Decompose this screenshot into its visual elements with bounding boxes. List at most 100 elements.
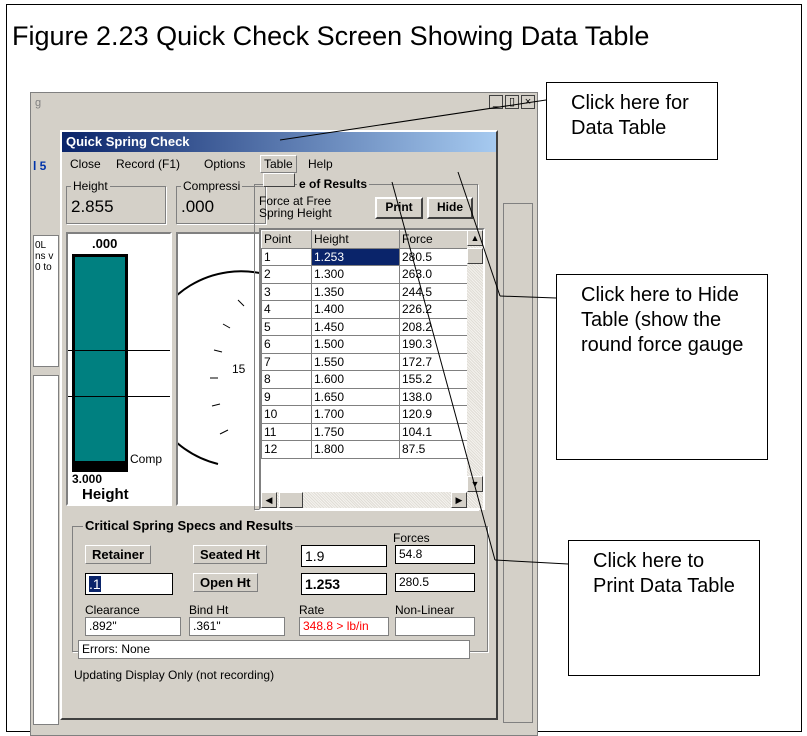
clearance-label: Clearance — [85, 603, 140, 617]
table-row[interactable]: 10 1.700 120.9 — [261, 405, 470, 424]
seated-ht-field[interactable]: 1.9 — [301, 545, 387, 567]
cell-point[interactable]: 12 — [261, 440, 312, 459]
table-row[interactable]: 8 1.600 155.2 — [261, 370, 470, 389]
cell-height[interactable]: 1.450 — [311, 317, 400, 336]
menu-table[interactable]: Table — [260, 155, 297, 173]
errors-field: Errors: None — [78, 640, 470, 659]
bind-ht-field[interactable]: .361" — [189, 617, 285, 636]
rate-field[interactable]: 348.8 > lb/in — [299, 617, 389, 636]
table-row[interactable]: 1 1.253 280.5 — [261, 247, 470, 266]
cell-force[interactable]: 155.2 — [399, 370, 470, 389]
cell-height[interactable]: 1.350 — [311, 282, 400, 301]
bar-bottom-value: 3.000 — [72, 472, 103, 486]
cell-height[interactable]: 1.750 — [311, 422, 400, 441]
cell-height[interactable]: 1.400 — [311, 300, 400, 319]
cell-point[interactable]: 7 — [261, 352, 312, 371]
table-row[interactable]: 2 1.300 263.0 — [261, 265, 470, 284]
comp-label: Comp — [130, 452, 163, 466]
table-row[interactable]: 6 1.500 190.3 — [261, 335, 470, 354]
menu-options[interactable]: Options — [204, 157, 245, 171]
menu-record[interactable]: Record (F1) — [116, 157, 180, 171]
cell-height[interactable]: 1.500 — [311, 335, 400, 354]
cell-height[interactable]: 1.253 — [311, 247, 400, 266]
cell-point[interactable]: 4 — [261, 300, 312, 319]
cell-point[interactable]: 8 — [261, 370, 312, 389]
table-row[interactable]: 11 1.750 104.1 — [261, 422, 470, 441]
cell-point[interactable]: 9 — [261, 387, 312, 406]
scroll-thumb[interactable] — [467, 248, 483, 264]
cell-force[interactable]: 244.5 — [399, 282, 470, 301]
horizontal-scrollbar[interactable]: ◀ ▶ — [261, 492, 483, 508]
cell-height[interactable]: 1.600 — [311, 370, 400, 389]
menu-close[interactable]: Close — [70, 157, 101, 171]
hscroll-thumb[interactable] — [279, 492, 303, 508]
rate-label: Rate — [299, 603, 325, 617]
cell-height[interactable]: 1.550 — [311, 352, 400, 371]
cell-point[interactable]: 2 — [261, 265, 312, 284]
cell-force[interactable]: 263.0 — [399, 265, 470, 284]
dialog-title: Quick Spring Check — [62, 132, 496, 152]
vertical-scrollbar[interactable]: ▲ ▼ — [467, 230, 483, 492]
bar-marker-line — [68, 396, 170, 397]
callout-hide-table: Click here to Hide Table (show the round… — [556, 274, 768, 460]
cell-height[interactable]: 1.650 — [311, 387, 400, 406]
cell-force[interactable]: 87.5 — [399, 440, 470, 459]
non-linear-label: Non-Linear — [395, 603, 455, 617]
column-header-point[interactable]: Point — [261, 230, 312, 249]
menu-help[interactable]: Help — [308, 157, 333, 171]
cell-force[interactable]: 120.9 — [399, 405, 470, 424]
cell-height[interactable]: 1.700 — [311, 405, 400, 424]
cell-point[interactable]: 11 — [261, 422, 312, 441]
retainer-field[interactable]: .1 — [85, 573, 173, 595]
cell-point[interactable]: 10 — [261, 405, 312, 424]
cell-point[interactable]: 1 — [261, 247, 312, 266]
table-row[interactable]: 12 1.800 87.5 — [261, 440, 470, 459]
scroll-up-icon[interactable]: ▲ — [467, 230, 483, 246]
retainer-value: .1 — [89, 576, 101, 592]
scroll-right-icon[interactable]: ▶ — [451, 492, 467, 508]
hide-button[interactable]: Hide — [427, 197, 473, 219]
bar-marker-line — [68, 350, 170, 351]
cell-height[interactable]: 1.800 — [311, 440, 400, 459]
open-ht-field[interactable]: 1.253 — [301, 573, 387, 595]
table-title-button[interactable] — [263, 173, 295, 187]
gauge-tick-label: 15 — [232, 362, 246, 376]
non-linear-field[interactable] — [395, 617, 475, 636]
table-row[interactable]: 3 1.350 244.5 — [261, 282, 470, 301]
cell-point[interactable]: 6 — [261, 335, 312, 354]
scroll-left-icon[interactable]: ◀ — [261, 492, 277, 508]
cell-force[interactable]: 190.3 — [399, 335, 470, 354]
cell-point[interactable]: 3 — [261, 282, 312, 301]
cell-force[interactable]: 226.2 — [399, 300, 470, 319]
cell-force[interactable]: 104.1 — [399, 422, 470, 441]
column-header-height[interactable]: Height — [311, 230, 400, 249]
scroll-down-icon[interactable]: ▼ — [467, 476, 483, 492]
close-icon[interactable]: × — [521, 95, 535, 109]
column-header-force[interactable]: Force — [399, 230, 470, 249]
cell-force[interactable]: 280.5 — [399, 247, 470, 266]
cell-height[interactable]: 1.300 — [311, 265, 400, 284]
menu-bar: Close Record (F1) Options Table Help — [62, 154, 496, 174]
maximize-icon[interactable]: ▯ — [505, 95, 519, 109]
table-row[interactable]: 9 1.650 138.0 — [261, 387, 470, 406]
callout-data-table: Click here for Data Table — [546, 82, 718, 160]
data-table-body: Point Height Force 1 1.253 280.5 2 1.300 263… — [261, 230, 470, 459]
table-row[interactable]: 4 1.400 226.2 — [261, 300, 470, 319]
clearance-field[interactable]: .892" — [85, 617, 181, 636]
print-button[interactable]: Print — [375, 197, 423, 219]
bind-ht-label: Bind Ht — [189, 603, 229, 617]
cell-force[interactable]: 172.7 — [399, 352, 470, 371]
open-force-field[interactable]: 280.5 — [395, 573, 475, 592]
cell-force[interactable]: 138.0 — [399, 387, 470, 406]
seated-force-field[interactable]: 54.8 — [395, 545, 475, 564]
minimize-icon[interactable]: _ — [489, 95, 503, 109]
table-title: e of Results — [297, 177, 370, 191]
open-ht-label: Open Ht — [193, 573, 258, 592]
data-table[interactable]: Point Height Force 1 1.253 280.5 2 1.300 263… — [259, 228, 485, 510]
cell-force[interactable]: 208.2 — [399, 317, 470, 336]
gauge-arc — [178, 270, 264, 465]
cell-point[interactable]: 5 — [261, 317, 312, 336]
table-row[interactable]: 5 1.450 208.2 — [261, 317, 470, 336]
table-row[interactable]: 7 1.550 172.7 — [261, 352, 470, 371]
forces-label: Forces — [393, 531, 430, 545]
